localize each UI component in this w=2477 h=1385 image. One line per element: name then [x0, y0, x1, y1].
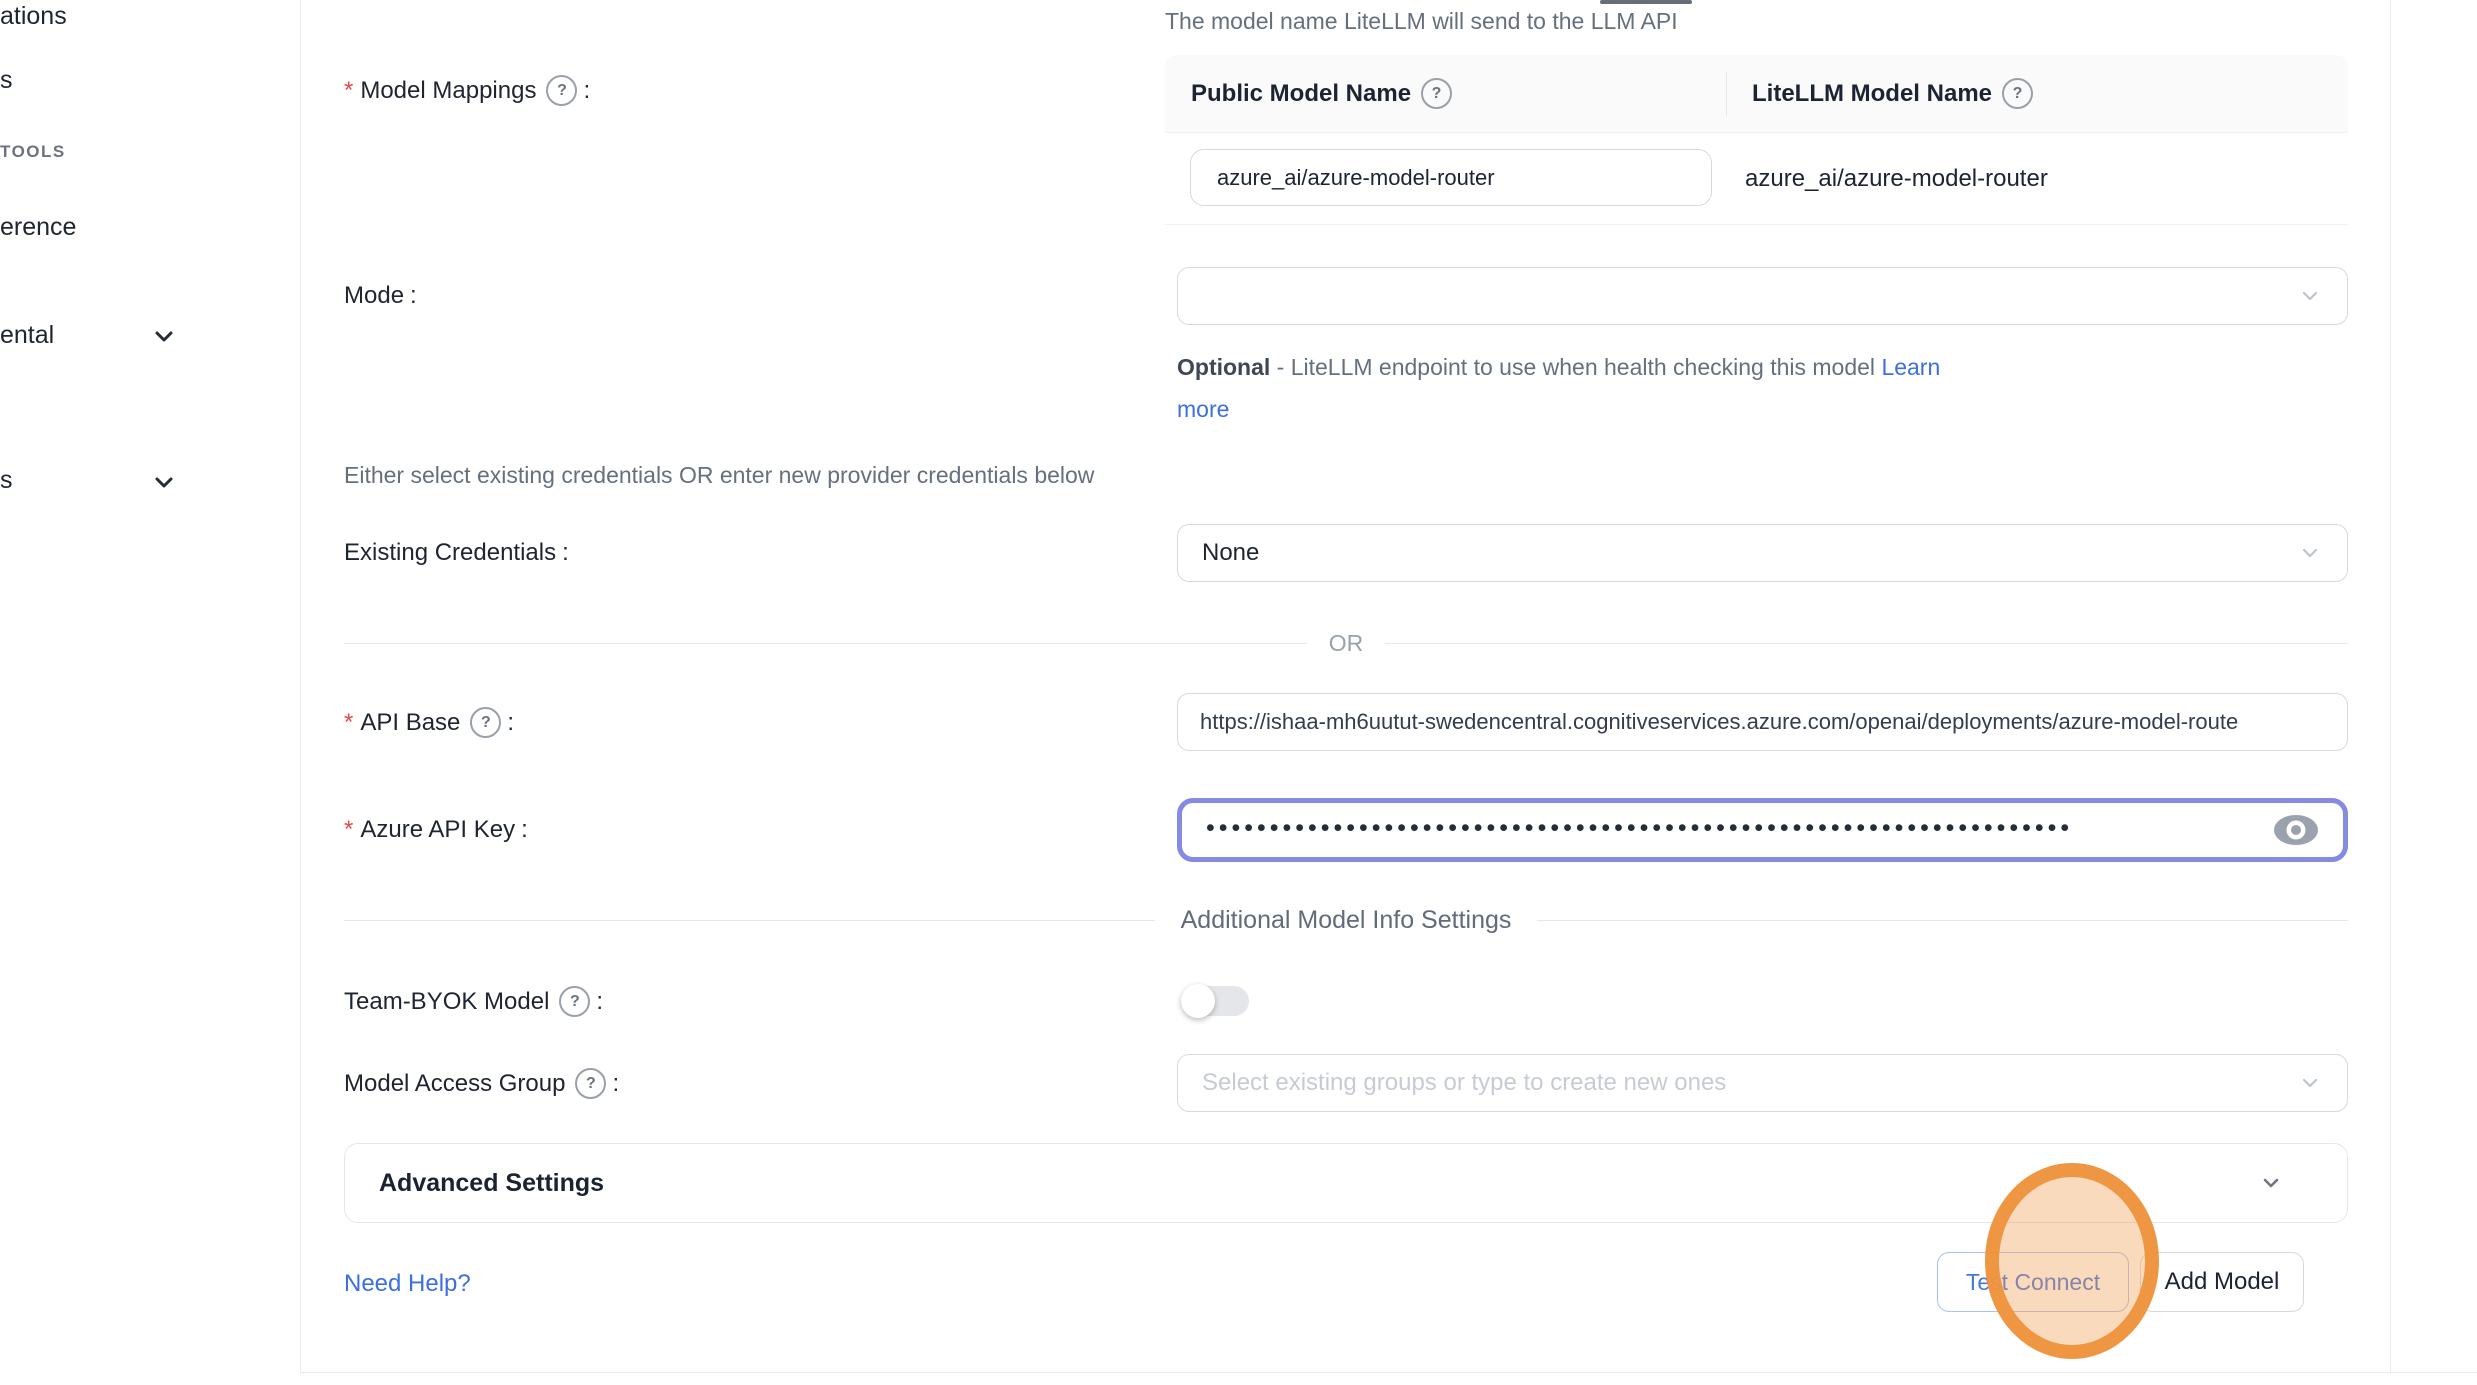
clipped-content-fragment — [1600, 0, 1692, 4]
colon: : — [507, 708, 514, 738]
eye-icon[interactable] — [2273, 812, 2319, 848]
existing-credentials-label: Existing Credentials : — [344, 538, 569, 568]
help-question-icon[interactable]: ? — [470, 707, 501, 738]
required-marker: * — [344, 815, 353, 845]
required-marker: * — [344, 76, 353, 106]
azure-api-key-label: * Azure API Key : — [344, 815, 528, 845]
sidebar-item[interactable]: s — [0, 66, 13, 95]
label-text: Mode — [344, 281, 404, 311]
api-base-value: https://ishaa-mh6uutut-swedencentral.cog… — [1200, 709, 2238, 735]
help-question-icon[interactable]: ? — [1421, 78, 1452, 109]
column-header-litellm-model-name: LiteLLM Model Name ? — [1726, 78, 2348, 109]
column-header-public-model-name: Public Model Name ? — [1165, 78, 1726, 109]
sidebar-section-label: TOOLS — [0, 142, 66, 161]
help-question-icon[interactable]: ? — [546, 75, 577, 106]
toggle-knob — [1181, 984, 1215, 1018]
model-access-group-label: Model Access Group ? : — [344, 1068, 619, 1099]
model-access-group-select[interactable]: Select existing groups or type to create… — [1177, 1054, 2348, 1112]
chevron-down-icon[interactable] — [152, 470, 176, 494]
column-header-label: Public Model Name — [1191, 80, 1411, 108]
column-header-label: LiteLLM Model Name — [1752, 80, 1992, 108]
add-model-button[interactable]: Add Model — [2140, 1252, 2304, 1312]
credentials-note: Either select existing credentials OR en… — [344, 462, 1094, 489]
or-divider-text: OR — [1329, 630, 1364, 657]
or-divider: OR — [344, 630, 2348, 657]
api-base-input[interactable]: https://ishaa-mh6uutut-swedencentral.cog… — [1177, 693, 2348, 751]
chevron-down-icon — [2297, 540, 2323, 566]
chevron-down-icon — [2257, 1169, 2285, 1197]
sidebar-section-tools: TOOLS — [0, 142, 66, 162]
azure-api-key-input[interactable]: ••••••••••••••••••••••••••••••••••••••••… — [1177, 798, 2348, 862]
label-text: Existing Credentials — [344, 538, 556, 568]
mode-select[interactable] — [1177, 267, 2348, 325]
masked-api-key-value: ••••••••••••••••••••••••••••••••••••••••… — [1206, 814, 2273, 843]
card-right-border — [2390, 0, 2391, 1372]
chevron-down-icon — [2297, 283, 2323, 309]
required-marker: * — [344, 708, 353, 738]
mode-help-rest: - LiteLLM endpoint to use when health ch… — [1270, 354, 1881, 380]
sidebar-item-experimental[interactable]: ental — [0, 321, 54, 350]
label-text: API Base — [360, 708, 460, 738]
colon: : — [410, 281, 417, 311]
team-byok-toggle[interactable] — [1183, 986, 1249, 1016]
learn-more-link[interactable]: more — [1177, 396, 1229, 422]
api-base-label: * API Base ? : — [344, 707, 514, 738]
optional-bold: Optional — [1177, 354, 1270, 380]
team-byok-label: Team-BYOK Model ? : — [344, 986, 603, 1017]
table-row: azure_ai/azure-model-router azure_ai/azu… — [1165, 133, 2348, 225]
label-text: Model Access Group — [344, 1069, 565, 1099]
label-text: Team-BYOK Model — [344, 987, 549, 1017]
additional-settings-divider: Additional Model Info Settings — [344, 906, 2348, 935]
colon: : — [562, 538, 569, 568]
column-divider — [1726, 72, 1727, 116]
public-model-name-input[interactable]: azure_ai/azure-model-router — [1190, 149, 1712, 206]
sidebar-item-label: ental — [0, 321, 54, 349]
public-model-name-value: azure_ai/azure-model-router — [1217, 165, 1495, 191]
card-bottom-border — [300, 1372, 2477, 1373]
chevron-down-icon[interactable] — [152, 324, 176, 348]
colon: : — [612, 1069, 619, 1099]
advanced-settings-title: Advanced Settings — [379, 1169, 604, 1198]
click-highlight — [1985, 1163, 2159, 1359]
need-help-link[interactable]: Need Help? — [344, 1270, 471, 1298]
model-name-hint: The model name LiteLLM will send to the … — [1165, 8, 1678, 35]
help-question-icon[interactable]: ? — [559, 986, 590, 1017]
mode-label: Mode : — [344, 281, 417, 311]
sidebar-item-label: erence — [0, 213, 76, 241]
sidebar-item-label: s — [0, 66, 13, 94]
sidebar-item-label: s — [0, 466, 13, 494]
model-mappings-label: * Model Mappings ? : — [344, 75, 590, 106]
table-header-row: Public Model Name ? LiteLLM Model Name ? — [1165, 55, 2348, 133]
sidebar-item-settings[interactable]: s — [0, 466, 13, 495]
model-access-group-placeholder: Select existing groups or type to create… — [1202, 1069, 1726, 1097]
mode-help-text: Optional - LiteLLM endpoint to use when … — [1177, 346, 2348, 430]
existing-credentials-value: None — [1202, 539, 1259, 567]
model-mappings-table: Public Model Name ? LiteLLM Model Name ?… — [1165, 55, 2348, 225]
learn-more-link[interactable]: Learn — [1881, 354, 1940, 380]
litellm-add-model-page: ations s TOOLS erence ental s The model … — [0, 0, 2477, 1385]
sidebar-item-label: ations — [0, 2, 67, 30]
litellm-model-name-value: azure_ai/azure-model-router — [1745, 133, 2048, 224]
chevron-down-icon — [2297, 1070, 2323, 1096]
label-text: Model Mappings — [360, 76, 536, 106]
sidebar-item-api-reference[interactable]: erence — [0, 213, 76, 242]
label-text: Azure API Key — [360, 815, 515, 845]
colon: : — [583, 76, 590, 106]
help-question-icon[interactable]: ? — [2002, 78, 2033, 109]
sidebar-divider — [300, 0, 301, 1372]
help-question-icon[interactable]: ? — [575, 1068, 606, 1099]
existing-credentials-select[interactable]: None — [1177, 524, 2348, 582]
additional-settings-divider-text: Additional Model Info Settings — [1181, 906, 1512, 935]
sidebar-item-organizations[interactable]: ations — [0, 2, 67, 31]
colon: : — [521, 815, 528, 845]
colon: : — [596, 987, 603, 1017]
